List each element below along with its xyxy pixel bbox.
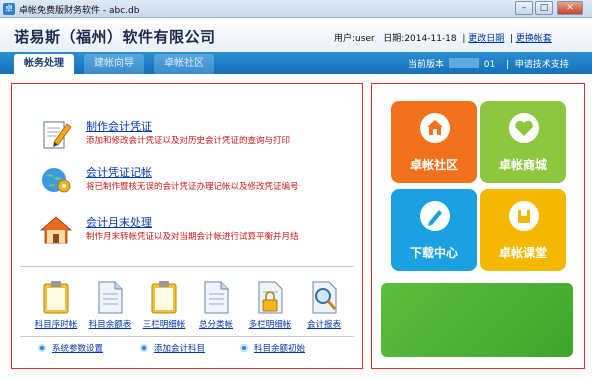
- book-icon: [509, 201, 539, 231]
- support-label[interactable]: 申请技术支持: [515, 60, 569, 70]
- shortcut-panel: 卓帐社区 卓帐商城 下载中心 卓帐课堂: [371, 83, 585, 369]
- initial-balance-link[interactable]: 科目余额初始: [240, 342, 305, 356]
- date-value: 2014-11-18: [404, 34, 457, 44]
- link-label[interactable]: 系统参数设置: [52, 344, 103, 354]
- tile-label: 卓帐社区: [409, 158, 458, 172]
- link-label[interactable]: 科目余额初始: [254, 344, 305, 354]
- tile-community[interactable]: 卓帐社区: [391, 101, 477, 183]
- heart-icon: [509, 113, 539, 143]
- report-label[interactable]: 多栏明细帐: [244, 318, 296, 330]
- company-name: 诺易斯（福州）软件有限公司: [14, 28, 216, 46]
- accounting-panel: 制作会计凭证 添加和修改会计凭证以及对历史会计凭证的查询与打印 会计凭证记帐 将…: [11, 83, 363, 369]
- bullet-icon: [140, 344, 148, 352]
- tile-label: 下载中心: [409, 246, 458, 260]
- pencil-document-icon: [43, 121, 72, 149]
- bullet-icon: [240, 344, 248, 352]
- lock-document-icon: [258, 281, 283, 314]
- support-link[interactable]: | 申请技术支持: [506, 57, 569, 70]
- tile-classroom[interactable]: 卓帐课堂: [480, 189, 566, 271]
- version-redacted: [448, 58, 479, 68]
- report-balance[interactable]: 科目余额表: [84, 280, 136, 336]
- house-icon: [40, 216, 72, 244]
- date-label: 日期:: [383, 34, 405, 44]
- change-date-link[interactable]: 更改日期: [468, 34, 504, 44]
- pencil-icon: [420, 201, 450, 231]
- user-value: user: [355, 34, 375, 44]
- window-title: 卓帐免费版财务软件 - abc.db: [19, 6, 140, 16]
- tab-accounting[interactable]: 帐务处理: [14, 54, 74, 74]
- bullet-icon: [38, 344, 46, 352]
- version-suffix: 01: [483, 60, 496, 70]
- user-label: 用户:: [334, 34, 356, 44]
- version-info: 当前版本 01: [408, 57, 495, 70]
- task-label[interactable]: 制作会计凭证: [86, 118, 152, 134]
- clipboard-icon: [151, 281, 177, 314]
- task-label[interactable]: 会计凭证记帐: [86, 164, 152, 180]
- green-banner[interactable]: [381, 283, 573, 357]
- tab-setup-wizard[interactable]: 建帐向导: [84, 54, 144, 74]
- report-statements[interactable]: 会计报表: [298, 280, 350, 336]
- report-journal[interactable]: 科目序时帐: [30, 280, 82, 336]
- report-label[interactable]: 科目序时帐: [30, 318, 82, 330]
- maximize-button[interactable]: □: [535, 1, 553, 15]
- tile-label: 卓帐商城: [498, 158, 547, 172]
- link-label[interactable]: 添加会计科目: [154, 344, 205, 354]
- task-desc: 添加和修改会计凭证以及对历史会计凭证的查询与打印: [86, 136, 291, 146]
- report-three-column[interactable]: 三栏明细帐: [138, 280, 190, 336]
- tile-download[interactable]: 下载中心: [391, 189, 477, 271]
- task-desc: 制作月末转帐凭证以及对当期会计帐进行试算平衡并月结: [86, 232, 299, 242]
- task-make-voucher[interactable]: 制作会计凭证 添加和修改会计凭证以及对历史会计凭证的查询与打印: [40, 116, 360, 152]
- report-label[interactable]: 总分类帐: [190, 318, 242, 330]
- minimize-button[interactable]: –: [515, 1, 533, 15]
- add-account-link[interactable]: 添加会计科目: [140, 342, 205, 356]
- report-label[interactable]: 三栏明细帐: [138, 318, 190, 330]
- version-label: 当前版本: [408, 60, 445, 70]
- document-icon: [98, 281, 123, 314]
- task-label[interactable]: 会计月末处理: [86, 214, 152, 230]
- header-info: 用户:user 日期:2014-11-18 | 更改日期 | 更换帐套: [334, 34, 552, 44]
- close-button[interactable]: ✕: [557, 1, 583, 15]
- report-multi-column[interactable]: 多栏明细帐: [244, 280, 296, 336]
- tab-community[interactable]: 卓帐社区: [154, 54, 214, 74]
- globe-gear-icon: [42, 168, 71, 193]
- tab-bar: 帐务处理 建帐向导 卓帐社区 当前版本 01 | 申请技术支持: [0, 52, 592, 74]
- divider: [20, 336, 354, 337]
- change-account-link[interactable]: 更换帐套: [516, 34, 552, 44]
- report-general-ledger[interactable]: 总分类帐: [190, 280, 242, 336]
- report-label[interactable]: 科目余额表: [84, 318, 136, 330]
- window-titlebar: 卓 卓帐免费版财务软件 - abc.db – □ ✕: [0, 0, 592, 18]
- task-desc: 将已制作暨核无误的会计凭证办理记帐以及修改凭证编号: [86, 182, 299, 192]
- tile-label: 卓帐课堂: [498, 246, 547, 260]
- task-post-voucher[interactable]: 会计凭证记帐 将已制作暨核无误的会计凭证办理记帐以及修改凭证编号: [40, 162, 360, 198]
- tile-store[interactable]: 卓帐商城: [480, 101, 566, 183]
- app-icon: 卓: [3, 3, 15, 15]
- report-label[interactable]: 会计报表: [298, 318, 350, 330]
- header: 诺易斯（福州）软件有限公司 用户:user 日期:2014-11-18 | 更改…: [0, 18, 592, 52]
- divider: [20, 266, 354, 267]
- clipboard-icon: [43, 281, 69, 314]
- magnifier-icon: [312, 281, 337, 314]
- home-icon: [420, 113, 450, 143]
- task-month-end[interactable]: 会计月末处理 制作月末转帐凭证以及对当期会计帐进行试算平衡并月结: [40, 212, 360, 248]
- system-settings-link[interactable]: 系统参数设置: [38, 342, 103, 356]
- content-area: 制作会计凭证 添加和修改会计凭证以及对历史会计凭证的查询与打印 会计凭证记帐 将…: [0, 74, 592, 379]
- document-icon: [204, 281, 229, 314]
